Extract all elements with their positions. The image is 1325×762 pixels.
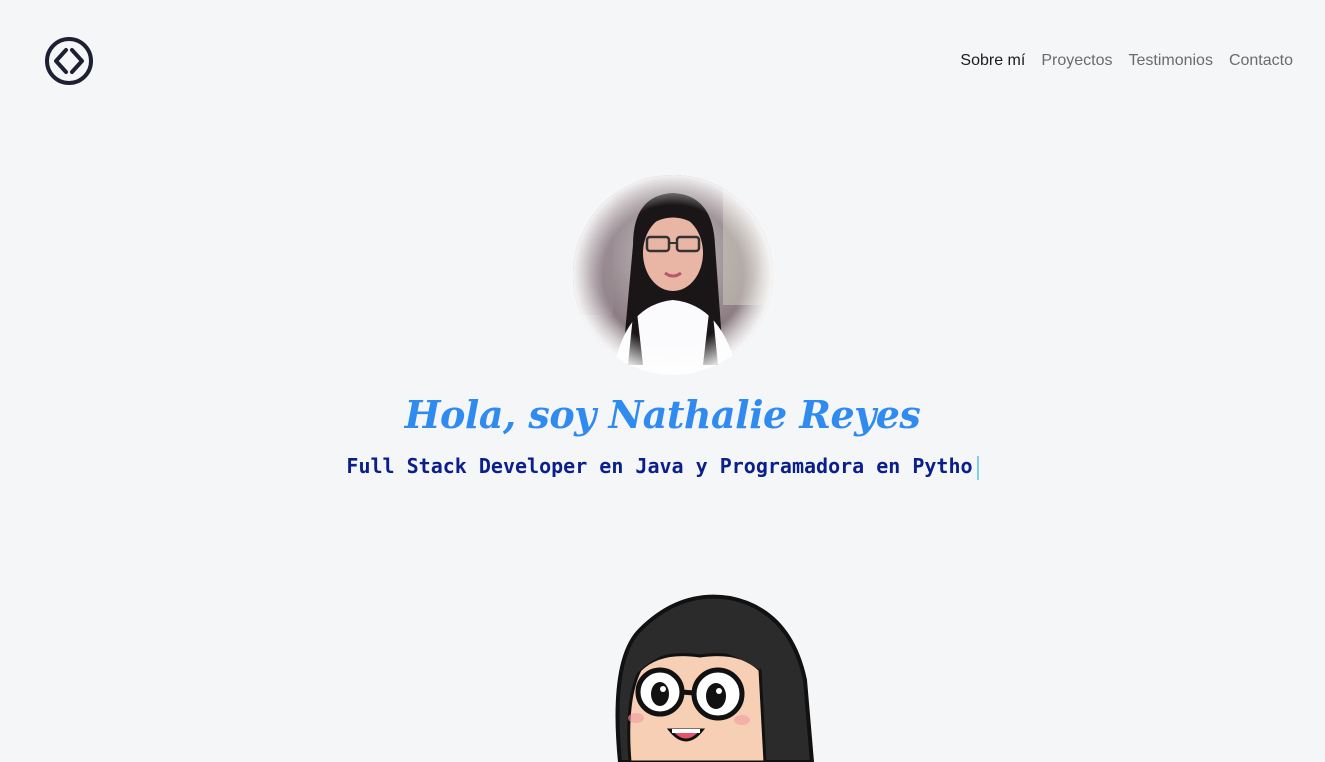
nav-testimonios[interactable]: Testimonios bbox=[1128, 52, 1212, 70]
main-nav: Sobre mí Proyectos Testimonios Contacto bbox=[960, 52, 1293, 70]
nav-sobre-mi[interactable]: Sobre mí bbox=[960, 52, 1025, 70]
hero-subtitle: Full Stack Developer en Java y Programad… bbox=[0, 454, 1325, 480]
typing-caret bbox=[976, 455, 979, 480]
nav-proyectos[interactable]: Proyectos bbox=[1041, 52, 1112, 70]
site-header: Sobre mí Proyectos Testimonios Contacto bbox=[0, 0, 1325, 122]
cartoon-avatar-illustration bbox=[600, 590, 820, 762]
page: Sobre mí Proyectos Testimonios Contacto bbox=[0, 0, 1325, 762]
hero-title: Hola, soy Nathalie Reyes bbox=[404, 392, 921, 437]
logo-code-icon[interactable] bbox=[44, 36, 94, 86]
hero-subtitle-text: Full Stack Developer en Java y Programad… bbox=[346, 454, 973, 478]
nav-contacto[interactable]: Contacto bbox=[1229, 52, 1293, 70]
profile-photo bbox=[573, 175, 773, 375]
